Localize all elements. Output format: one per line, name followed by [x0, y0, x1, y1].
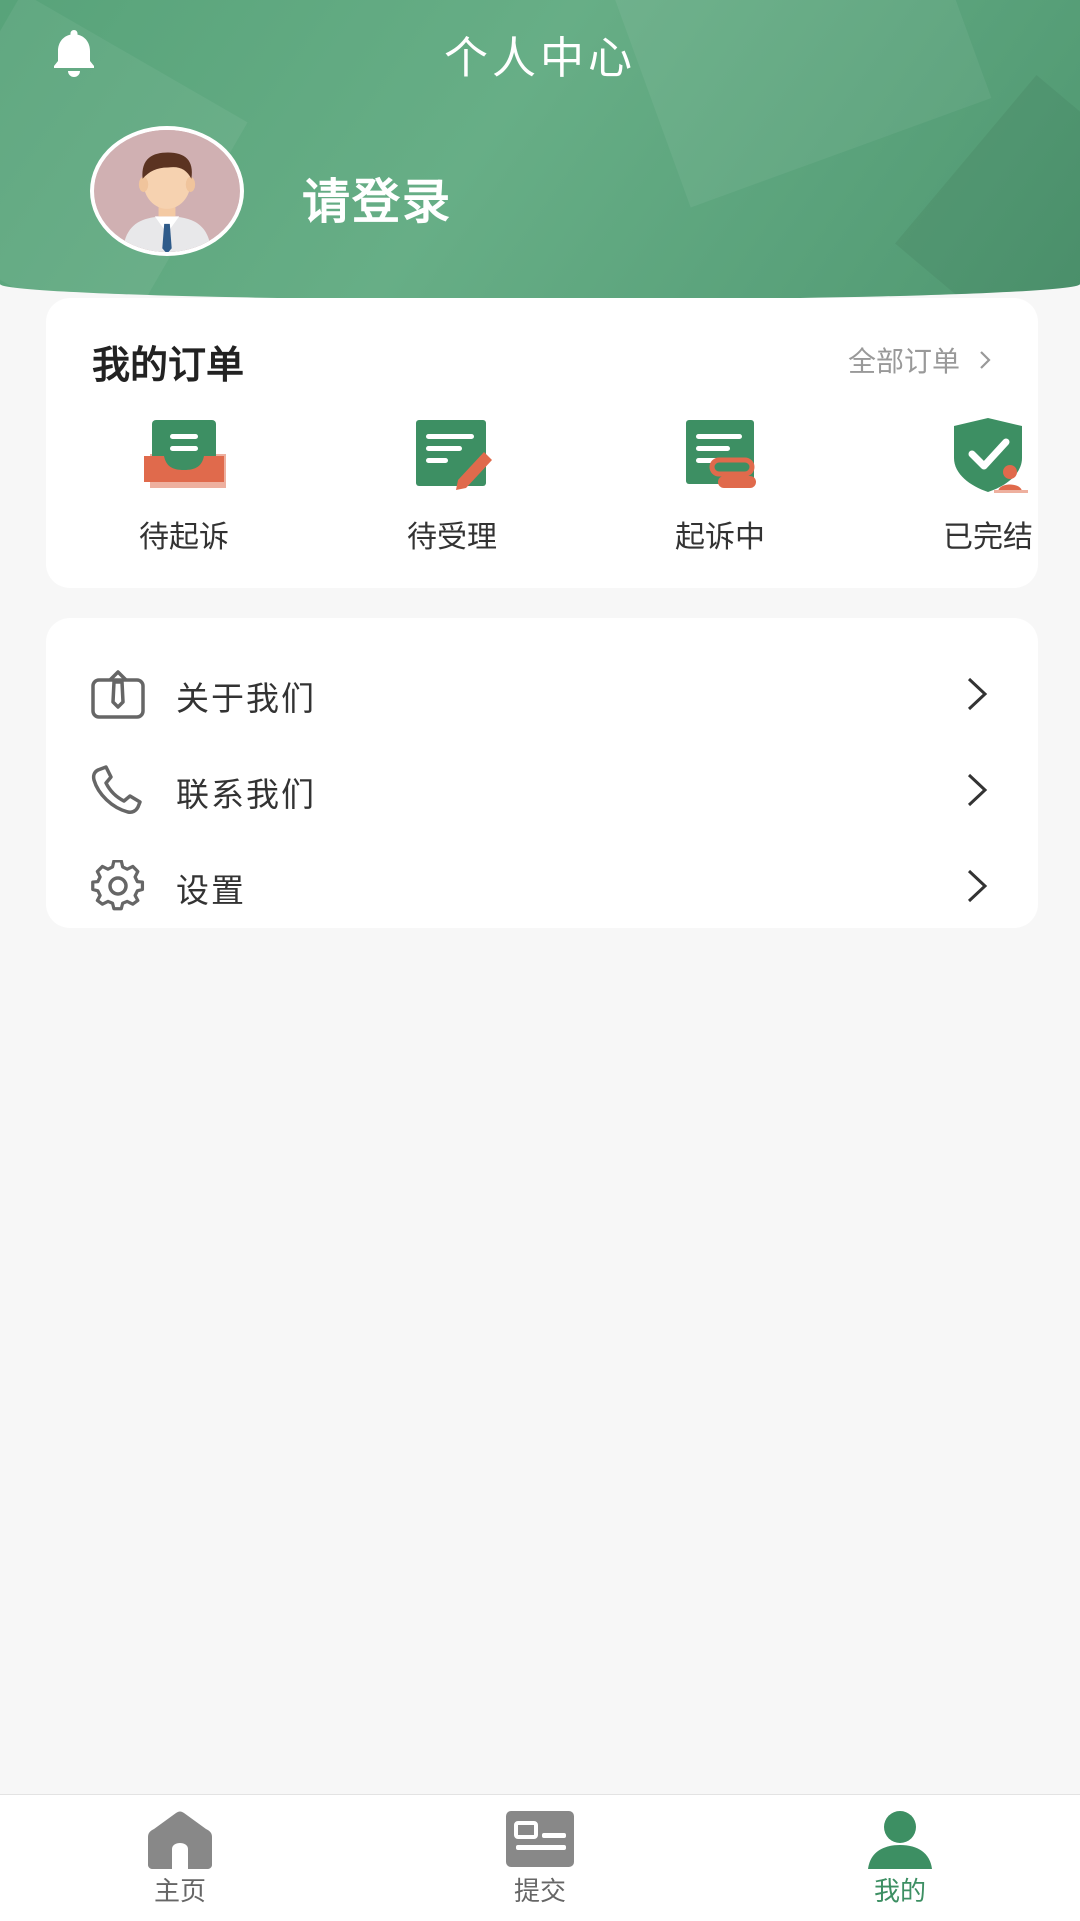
tab-label: 提交: [513, 1877, 566, 1907]
orders-title: 我的订单: [92, 343, 245, 387]
menu-item-contact[interactable]: 联系我们: [46, 742, 1038, 838]
chevron-right-icon: [967, 773, 988, 807]
tab-mine[interactable]: 我的: [820, 1809, 980, 1908]
tab-home[interactable]: 主页: [100, 1809, 260, 1908]
order-status-label: 待受理: [407, 520, 497, 555]
phone-icon: [91, 765, 142, 814]
chevron-right-icon: [967, 677, 988, 711]
order-status-pending-accept[interactable]: 待受理: [372, 418, 532, 556]
gear-icon: [91, 860, 145, 911]
user-avatar-icon: [94, 130, 240, 252]
tab-label: 主页: [153, 1877, 206, 1907]
about-icon: [91, 670, 145, 719]
all-orders-link[interactable]: 全部订单: [848, 340, 996, 380]
order-status-label: 已完结: [943, 520, 1033, 555]
page-title: 个人中心: [444, 33, 636, 84]
avatar[interactable]: [90, 126, 244, 256]
tab-label: 我的: [873, 1877, 926, 1907]
order-status-list: 待起诉 待受理 起诉中 已完结: [46, 418, 1038, 568]
in-suit-icon: [686, 420, 756, 488]
bottom-tab-bar: 主页 提交 我的: [0, 1794, 1080, 1921]
chevron-right-icon: [980, 351, 991, 369]
chevron-right-icon: [967, 869, 988, 903]
order-status-completed[interactable]: 已完结: [908, 418, 1068, 556]
menu-item-label: 联系我们: [176, 775, 316, 814]
tab-submit[interactable]: 提交: [460, 1809, 620, 1908]
profile-header: 个人中心 请登录: [0, 0, 1080, 300]
completed-icon: [954, 418, 1028, 493]
submit-icon: [506, 1811, 574, 1867]
order-status-label: 待起诉: [139, 520, 229, 555]
menu-item-label: 关于我们: [176, 679, 316, 718]
pending-suit-icon: [144, 420, 226, 488]
menu-card: 关于我们 联系我们 设置: [46, 618, 1038, 928]
order-status-in-suit[interactable]: 起诉中: [640, 418, 800, 556]
menu-item-settings[interactable]: 设置: [46, 838, 1038, 934]
order-status-label: 起诉中: [675, 520, 765, 555]
user-icon: [868, 1811, 932, 1869]
menu-item-about[interactable]: 关于我们: [46, 646, 1038, 742]
pending-accept-icon: [416, 420, 492, 490]
home-icon: [148, 1811, 212, 1869]
login-prompt[interactable]: 请登录: [302, 162, 452, 232]
orders-card: 我的订单 全部订单 待起诉 待受理 起诉中 已完结: [46, 298, 1038, 588]
all-orders-label: 全部订单: [847, 345, 960, 378]
order-status-pending-suit[interactable]: 待起诉: [104, 418, 264, 556]
menu-item-label: 设置: [176, 871, 246, 910]
